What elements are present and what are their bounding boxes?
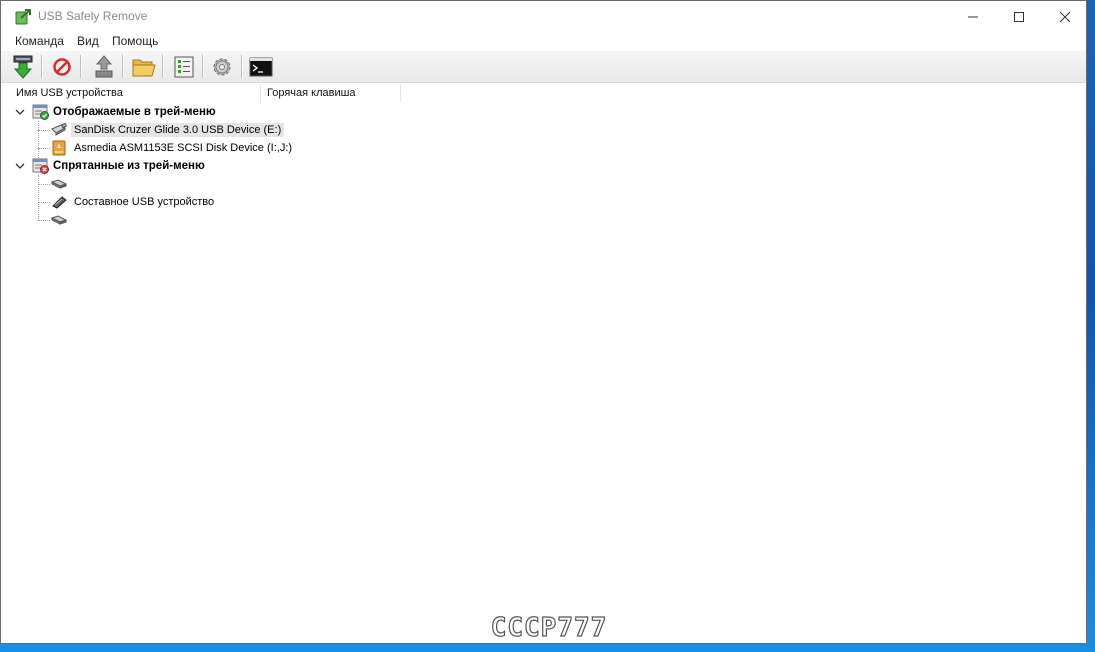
tree-group-label: Отображаемые в трей-меню [53, 106, 216, 118]
tree-connector [38, 220, 50, 221]
window-title: USB Safely Remove [38, 9, 148, 23]
usb-plug-icon [51, 179, 67, 189]
stop-icon [53, 58, 71, 76]
toolbar [1, 51, 1086, 83]
tree-connector [38, 130, 50, 131]
stop-button[interactable] [49, 54, 75, 80]
open-folder-icon [132, 59, 156, 77]
external-disk-icon [52, 140, 66, 156]
close-icon [1059, 11, 1071, 22]
tree-connector [38, 175, 39, 221]
toolbar-separator [41, 55, 43, 78]
tree-group-hidden[interactable]: Спрятанные из трей-меню [15, 157, 205, 175]
settings-gear-icon [213, 58, 231, 76]
device-label: SanDisk Cruzer Glide 3.0 USB Device (E:) [71, 123, 285, 137]
tree-item-usb-composite[interactable]: Составное USB устройство [51, 193, 217, 211]
column-usb-device-name[interactable]: Имя USB устройства [11, 84, 261, 102]
desktop-edge [1087, 0, 1095, 652]
watermark-text: СССР777 [491, 613, 608, 641]
tray-hidden-group-icon [32, 158, 49, 174]
app-logo-icon [15, 9, 31, 25]
return-device-icon [95, 55, 113, 78]
chevron-down-icon[interactable] [15, 161, 25, 171]
device-label [71, 183, 77, 185]
close-button[interactable] [1042, 1, 1088, 32]
command-line-icon [249, 57, 273, 77]
open-folder-button[interactable] [131, 54, 157, 80]
device-tree: Отображаемые в трей-меню SanDisk Cruzer … [11, 103, 711, 233]
menu-view[interactable]: Вид [77, 34, 99, 48]
toolbar-separator [80, 55, 82, 78]
toolbar-separator [202, 55, 204, 78]
device-label: Asmedia ASM1153E SCSI Disk Device (I:,J:… [74, 142, 293, 154]
command-line-button[interactable] [248, 54, 274, 80]
column-hotkey[interactable]: Горячая клавиша [262, 84, 401, 102]
safely-remove-arrow-icon [13, 55, 33, 79]
usb-plug-icon [51, 215, 67, 225]
safely-remove-button[interactable] [10, 54, 36, 80]
device-list-icon [174, 56, 194, 78]
app-window: USB Safely Remove Команда Вид Помощь Имя… [0, 0, 1087, 644]
watermark-logo: СССР777 [490, 613, 608, 641]
device-label [71, 219, 77, 221]
settings-button[interactable] [209, 54, 235, 80]
chevron-down-icon[interactable] [15, 107, 25, 117]
tree-connector [38, 202, 50, 203]
title-bar[interactable]: USB Safely Remove [1, 1, 1086, 32]
tree-connector [38, 148, 50, 149]
tray-shown-group-icon [32, 104, 49, 120]
menu-bar: Команда Вид Помощь [1, 32, 1086, 51]
tree-item-sandisk[interactable]: SanDisk Cruzer Glide 3.0 USB Device (E:) [51, 121, 285, 139]
usb-flash-drive-icon [51, 123, 67, 136]
toolbar-separator [241, 55, 243, 78]
device-label: Составное USB устройство [74, 196, 215, 208]
usb-composite-icon [52, 196, 67, 209]
menu-help[interactable]: Помощь [112, 34, 158, 48]
return-device-button[interactable] [91, 54, 117, 80]
tree-item-usb-plug[interactable] [51, 175, 77, 193]
menu-command[interactable]: Команда [15, 34, 64, 48]
tree-item-usb-plug[interactable] [51, 211, 77, 229]
tree-connector [38, 184, 50, 185]
maximize-icon [1014, 11, 1024, 22]
device-list-button[interactable] [171, 54, 197, 80]
column-header: Имя USB устройства Горячая клавиша [11, 84, 1086, 103]
minimize-button[interactable] [950, 1, 996, 32]
tree-group-shown[interactable]: Отображаемые в трей-меню [15, 103, 216, 121]
toolbar-separator [162, 55, 164, 78]
tree-connector [38, 121, 39, 158]
tree-item-asmedia[interactable]: Asmedia ASM1153E SCSI Disk Device (I:,J:… [51, 139, 295, 157]
maximize-button[interactable] [996, 1, 1042, 32]
minimize-icon [968, 16, 978, 17]
tree-group-label: Спрятанные из трей-меню [53, 160, 205, 172]
toolbar-separator [122, 55, 124, 78]
